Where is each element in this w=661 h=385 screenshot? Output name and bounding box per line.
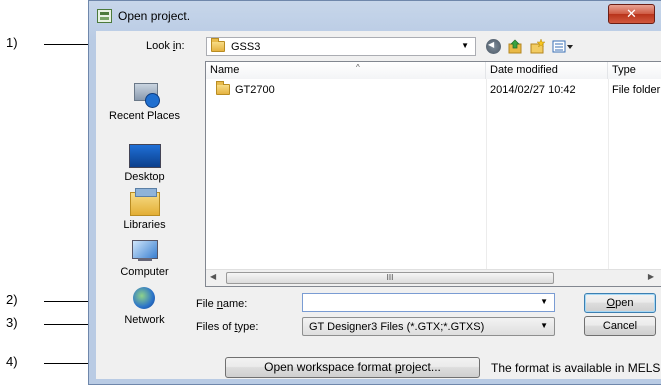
look-in-label: Look in: <box>146 40 185 52</box>
place-label: Recent Places <box>109 110 180 122</box>
column-header-date-modified[interactable]: Date modified <box>486 62 608 79</box>
column-divider <box>486 79 487 271</box>
chevron-down-icon: ▼ <box>461 41 469 50</box>
look-in-value: GSS3 <box>231 41 261 53</box>
place-label: Computer <box>120 266 169 278</box>
recent-places-icon <box>131 81 160 108</box>
place-computer[interactable]: Computer <box>96 239 193 278</box>
column-header-name[interactable]: Name ^ <box>206 62 486 79</box>
up-folder-icon[interactable] <box>508 39 523 54</box>
cancel-button[interactable]: Cancel <box>584 316 656 336</box>
place-label: Libraries <box>123 219 166 231</box>
place-label: Desktop <box>124 171 165 183</box>
file-row[interactable]: GT2700 2014/02/27 10:42 File folder <box>206 81 661 98</box>
sort-ascending-icon: ^ <box>356 63 360 72</box>
scroll-right-icon[interactable]: ▶ <box>648 272 654 281</box>
callout-2: 2) <box>6 292 18 307</box>
files-of-type-label: Files of type: <box>196 321 259 333</box>
look-in-dropdown[interactable]: GSS3 ▼ <box>206 37 476 56</box>
file-name-input[interactable]: ▼ <box>302 293 555 312</box>
folder-icon <box>211 38 225 55</box>
scroll-left-icon[interactable]: ◀ <box>210 272 216 281</box>
place-desktop[interactable]: Desktop <box>96 144 193 183</box>
column-header-type[interactable]: Type <box>608 62 661 79</box>
file-row-date: 2014/02/27 10:42 <box>490 84 576 96</box>
open-button[interactable]: Open <box>584 293 656 313</box>
chevron-down-icon[interactable]: ▼ <box>540 297 548 306</box>
callout-4: 4) <box>6 354 18 369</box>
app-icon <box>97 9 112 23</box>
callout-3: 3) <box>6 315 18 330</box>
new-folder-icon[interactable] <box>530 38 546 54</box>
network-icon <box>131 285 159 311</box>
folder-icon <box>216 81 230 95</box>
libraries-icon <box>129 188 160 216</box>
scroll-thumb[interactable]: III <box>226 272 554 284</box>
horizontal-scrollbar[interactable]: ◀ III ▶ <box>206 269 661 286</box>
callout-1: 1) <box>6 35 18 50</box>
open-project-dialog: Open project. ✕ Look in: GSS3 ▼ Recent <box>88 0 661 385</box>
dialog-client-area: Look in: GSS3 ▼ Recent Places <box>96 31 661 379</box>
file-name-label: File name: <box>196 298 248 310</box>
toolbar <box>486 37 574 56</box>
computer-icon <box>130 239 160 263</box>
desktop-icon <box>128 144 161 168</box>
places-bar: Recent Places Desktop Libraries Computer… <box>96 61 193 344</box>
workspace-format-note: The format is available in MELS <box>491 361 661 375</box>
chevron-down-icon: ▼ <box>540 321 548 330</box>
place-label: Network <box>124 314 165 326</box>
file-row-name: GT2700 <box>216 81 275 98</box>
open-workspace-format-project-button[interactable]: Open workspace format project... <box>225 357 480 378</box>
views-menu-icon[interactable] <box>552 39 574 54</box>
files-of-type-value: GT Designer3 Files (*.GTX;*.GTXS) <box>309 321 485 333</box>
close-button[interactable]: ✕ <box>608 4 655 24</box>
place-recent-places[interactable]: Recent Places <box>96 81 193 122</box>
files-of-type-dropdown[interactable]: GT Designer3 Files (*.GTX;*.GTXS) ▼ <box>302 317 555 336</box>
title-bar[interactable]: Open project. ✕ <box>89 1 661 31</box>
column-divider <box>608 79 609 271</box>
place-libraries[interactable]: Libraries <box>96 188 193 231</box>
file-row-type: File folder <box>612 84 661 96</box>
file-list[interactable]: Name ^ Date modified Type GT2700 2014/02… <box>205 61 661 287</box>
window-title: Open project. <box>118 9 191 23</box>
place-network[interactable]: Network <box>96 285 193 326</box>
back-icon[interactable] <box>486 39 501 54</box>
